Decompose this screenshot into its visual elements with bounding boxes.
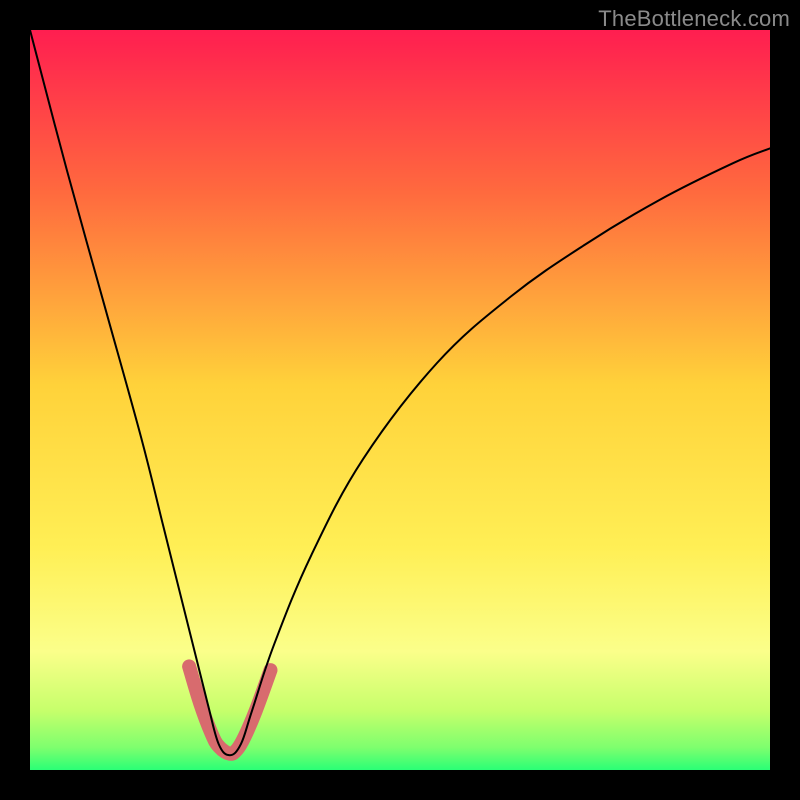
watermark-text: TheBottleneck.com xyxy=(598,6,790,32)
bottleneck-chart xyxy=(30,30,770,770)
plot-frame xyxy=(30,30,770,770)
gradient-background xyxy=(30,30,770,770)
